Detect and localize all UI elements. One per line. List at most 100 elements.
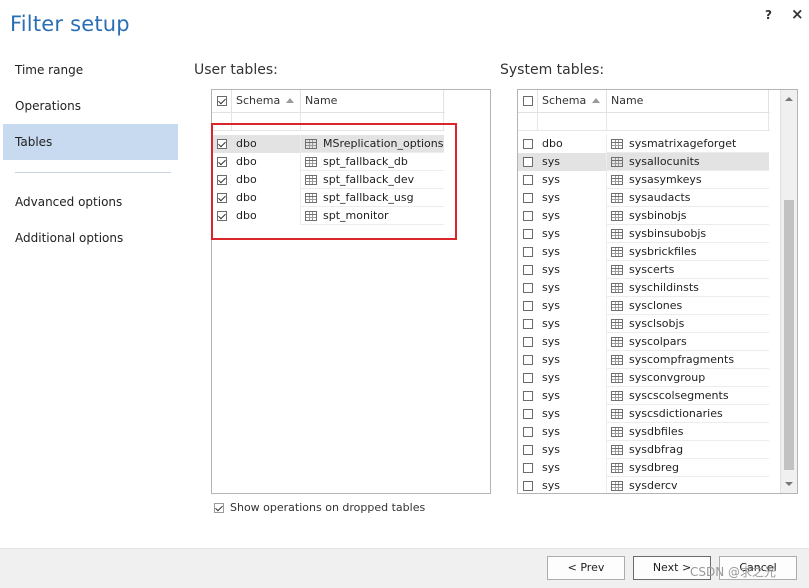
row-checkbox[interactable]: [523, 301, 533, 311]
schema-column-header[interactable]: Schema: [538, 90, 607, 112]
table-icon: [611, 318, 623, 329]
table-row[interactable]: sys syscolpars: [518, 333, 769, 351]
table-row[interactable]: sys sysclones: [518, 297, 769, 315]
help-icon[interactable]: ?: [765, 8, 772, 22]
row-checkbox[interactable]: [523, 229, 533, 239]
table-row[interactable]: sys sysbinobjs: [518, 207, 769, 225]
prev-button[interactable]: < Prev: [547, 556, 625, 580]
row-checkbox[interactable]: [523, 373, 533, 383]
row-checkbox[interactable]: [523, 193, 533, 203]
row-checkbox[interactable]: [523, 337, 533, 347]
name-column-label: Name: [305, 94, 338, 107]
table-row[interactable]: sys syscompfragments: [518, 351, 769, 369]
table-icon: [611, 192, 623, 203]
nav-item-advanced-options[interactable]: Advanced options: [3, 184, 178, 220]
table-row[interactable]: dbo sysmatrixageforget: [518, 135, 769, 153]
row-name: sysallocunits: [629, 155, 700, 168]
nav-item-time-range[interactable]: Time range: [3, 52, 178, 88]
row-schema: sys: [538, 189, 607, 207]
nav-item-tables[interactable]: Tables: [3, 124, 178, 160]
row-checkbox-cell: [518, 279, 538, 297]
table-row[interactable]: sys syscsdictionaries: [518, 405, 769, 423]
row-name-cell: sysasymkeys: [607, 171, 769, 189]
name-column-header[interactable]: Name: [607, 90, 769, 112]
show-dropped-option[interactable]: Show operations on dropped tables: [214, 501, 425, 514]
table-row[interactable]: sys syscerts: [518, 261, 769, 279]
row-name: sysclsobjs: [629, 317, 685, 330]
row-name-cell: sysbrickfiles: [607, 243, 769, 261]
row-checkbox[interactable]: [523, 427, 533, 437]
row-checkbox[interactable]: [523, 463, 533, 473]
row-name-cell: sysclones: [607, 297, 769, 315]
schema-column-label: Schema: [542, 94, 587, 107]
table-row[interactable]: sys sysaudacts: [518, 189, 769, 207]
row-schema: sys: [538, 351, 607, 369]
table-icon: [611, 246, 623, 257]
select-all-checkbox[interactable]: [522, 96, 533, 106]
scrollbar-thumb[interactable]: [784, 200, 794, 470]
system-tables-grid[interactable]: Schema Name dbo sysmatrixageforget sys sysa…: [517, 89, 798, 494]
table-row[interactable]: sys sysdercv: [518, 477, 769, 493]
row-checkbox[interactable]: [523, 355, 533, 365]
filter-cell-name[interactable]: [607, 112, 769, 130]
name-column-label: Name: [611, 94, 644, 107]
row-checkbox[interactable]: [523, 391, 533, 401]
row-schema: sys: [538, 441, 607, 459]
table-icon: [611, 210, 623, 221]
row-name-cell: sysdbfiles: [607, 423, 769, 441]
table-row[interactable]: sys sysdbfiles: [518, 423, 769, 441]
system-tables-filter-row[interactable]: [518, 112, 770, 131]
row-checkbox-cell: [518, 225, 538, 243]
row-name: sysbrickfiles: [629, 245, 697, 258]
table-row[interactable]: sys sysbrickfiles: [518, 243, 769, 261]
vertical-scrollbar[interactable]: [780, 90, 797, 493]
row-checkbox[interactable]: [523, 481, 533, 491]
row-checkbox[interactable]: [523, 409, 533, 419]
nav-item-operations[interactable]: Operations: [3, 88, 178, 124]
row-name: sysconvgroup: [629, 371, 706, 384]
table-icon: [611, 444, 623, 455]
nav-item-additional-options[interactable]: Additional options: [3, 220, 178, 256]
row-checkbox[interactable]: [523, 211, 533, 221]
table-icon: [611, 426, 623, 437]
row-checkbox[interactable]: [523, 157, 533, 167]
table-row[interactable]: sys syschildinsts: [518, 279, 769, 297]
show-dropped-checkbox[interactable]: [214, 502, 224, 513]
row-name-cell: sysconvgroup: [607, 369, 769, 387]
table-row[interactable]: sys sysasymkeys: [518, 171, 769, 189]
table-row[interactable]: sys sysconvgroup: [518, 369, 769, 387]
row-checkbox[interactable]: [523, 445, 533, 455]
annotation-highlight-box: [211, 123, 457, 240]
scroll-up-arrow-icon[interactable]: [785, 97, 793, 101]
system-tables-select-all[interactable]: [518, 90, 538, 112]
scroll-down-arrow-icon[interactable]: [785, 482, 793, 486]
row-checkbox[interactable]: [523, 265, 533, 275]
filter-cell-schema[interactable]: [538, 112, 607, 130]
select-all-checkbox[interactable]: [216, 96, 227, 106]
row-name-cell: syscompfragments: [607, 351, 769, 369]
schema-column-header[interactable]: Schema: [232, 90, 301, 112]
user-tables-select-all[interactable]: [212, 90, 232, 112]
row-name-cell: syscscolsegments: [607, 387, 769, 405]
table-row[interactable]: sys sysallocunits: [518, 153, 769, 171]
row-name: sysclones: [629, 299, 683, 312]
table-row[interactable]: sys sysdbreg: [518, 459, 769, 477]
row-checkbox[interactable]: [523, 283, 533, 293]
name-column-header[interactable]: Name: [301, 90, 444, 112]
row-checkbox[interactable]: [523, 175, 533, 185]
row-checkbox[interactable]: [523, 139, 533, 149]
close-icon[interactable]: ×: [791, 5, 804, 23]
row-checkbox[interactable]: [523, 319, 533, 329]
row-checkbox[interactable]: [523, 247, 533, 257]
table-row[interactable]: sys syscscolsegments: [518, 387, 769, 405]
row-checkbox-cell: [518, 423, 538, 441]
row-checkbox-cell: [518, 243, 538, 261]
table-row[interactable]: sys sysbinsubobjs: [518, 225, 769, 243]
table-row[interactable]: sys sysdbfrag: [518, 441, 769, 459]
row-schema: sys: [538, 387, 607, 405]
table-row[interactable]: sys sysclsobjs: [518, 315, 769, 333]
row-name-cell: sysallocunits: [607, 153, 769, 171]
row-name-cell: syscerts: [607, 261, 769, 279]
row-name-cell: sysaudacts: [607, 189, 769, 207]
row-schema: sys: [538, 279, 607, 297]
